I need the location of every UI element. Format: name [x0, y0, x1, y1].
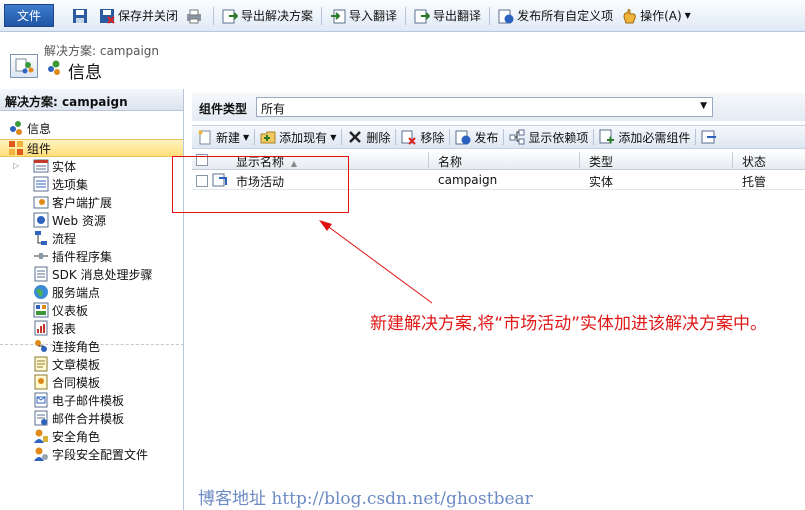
annotation-arrow [319, 220, 433, 304]
annotation-text: 新建解决方案,将“市场活动”实体加进该解决方案中。 [370, 314, 768, 334]
blog-address: 博客地址 http://blog.csdn.net/ghostbear [198, 489, 533, 509]
